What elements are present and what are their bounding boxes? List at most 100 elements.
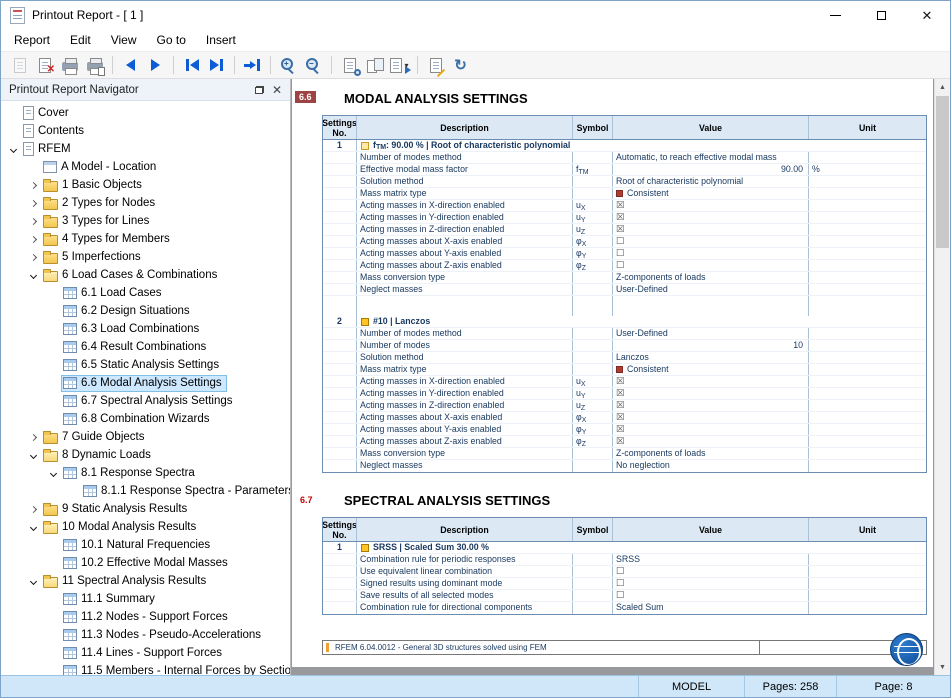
- tree-item-6-load-cases-combinations[interactable]: 6 Load Cases & Combinations: [1, 266, 290, 284]
- tree-item-8-dynamic-loads[interactable]: 8 Dynamic Loads: [1, 446, 290, 464]
- symbol-base: φ: [576, 248, 582, 258]
- tree-item-2-types-for-nodes[interactable]: 2 Types for Nodes: [1, 194, 290, 212]
- tree-item-6-3-load-combinations[interactable]: 6.3 Load Combinations: [1, 320, 290, 338]
- scroll-down-button[interactable]: ▼: [935, 659, 950, 675]
- tree-item-11-spectral-analysis-results[interactable]: 11 Spectral Analysis Results: [1, 572, 290, 590]
- tree-item-6-1-load-cases[interactable]: 6.1 Load Cases: [1, 284, 290, 302]
- tree-item-10-1-natural-frequencies[interactable]: 10.1 Natural Frequencies: [1, 536, 290, 554]
- tree-item-label: 11.3 Nodes - Pseudo-Accelerations: [81, 629, 261, 641]
- page-icon: [430, 58, 442, 73]
- tree-item-6-2-design-situations[interactable]: 6.2 Design Situations: [1, 302, 290, 320]
- chevron-down-icon[interactable]: [46, 466, 61, 481]
- float-panel-button[interactable]: [250, 81, 268, 99]
- chevron-right-icon[interactable]: [26, 214, 41, 229]
- new-page-button[interactable]: [7, 53, 32, 77]
- tree-item-6-4-result-combinations[interactable]: 6.4 Result Combinations: [1, 338, 290, 356]
- tree-item-1-basic-objects[interactable]: 1 Basic Objects: [1, 176, 290, 194]
- menu-view[interactable]: View: [101, 30, 147, 50]
- tree-item-10-2-effective-modal-masses[interactable]: 10.2 Effective Modal Masses: [1, 554, 290, 572]
- tree-item-5-imperfections[interactable]: 5 Imperfections: [1, 248, 290, 266]
- settings-row: Acting masses about X-axis enabledφX☐: [323, 236, 926, 248]
- print-button[interactable]: [57, 53, 82, 77]
- chevron-right-icon[interactable]: [26, 502, 41, 517]
- close-button[interactable]: ✕: [904, 1, 950, 29]
- zoom-in-button[interactable]: +: [276, 53, 301, 77]
- chevron-right-icon[interactable]: [26, 430, 41, 445]
- print-options-button[interactable]: [82, 53, 107, 77]
- refresh-button[interactable]: ↻: [448, 53, 473, 77]
- setting-description: Number of modes method: [357, 152, 573, 163]
- tree-item-4-types-for-members[interactable]: 4 Types for Members: [1, 230, 290, 248]
- maximize-button[interactable]: [858, 1, 904, 29]
- status-pages-total: Pages: 258: [744, 676, 836, 697]
- first-page-button[interactable]: [179, 53, 204, 77]
- zoom-out-button[interactable]: −: [301, 53, 326, 77]
- cell-settings-no: [323, 388, 357, 399]
- delete-pages-button[interactable]: ✕: [32, 53, 57, 77]
- tree-item-11-1-summary[interactable]: 11.1 Summary: [1, 590, 290, 608]
- chevron-right-icon[interactable]: [26, 178, 41, 193]
- setting-symbol: [573, 152, 613, 163]
- tree-item-body: 8.1 Response Spectra: [61, 465, 200, 482]
- scroll-up-button[interactable]: ▲: [935, 79, 950, 95]
- tree-item-a-model-location[interactable]: A Model - Location: [1, 158, 290, 176]
- tree-item-11-2-nodes-support-forces[interactable]: 11.2 Nodes - Support Forces: [1, 608, 290, 626]
- tree-item-8-1-1-response-spectra-parameters[interactable]: 8.1.1 Response Spectra - Parameters: [1, 482, 290, 500]
- tree-item-contents[interactable]: Contents: [1, 122, 290, 140]
- tree-item-11-3-nodes-pseudo-accelerations[interactable]: 11.3 Nodes - Pseudo-Accelerations: [1, 626, 290, 644]
- menu-insert[interactable]: Insert: [196, 30, 246, 50]
- chevron-right-icon[interactable]: [26, 250, 41, 265]
- zoom-page-button[interactable]: [337, 53, 362, 77]
- minimize-button[interactable]: [812, 1, 858, 29]
- setting-unit: [809, 424, 926, 435]
- chevron-down-icon[interactable]: [26, 268, 41, 283]
- setting-value: User-Defined: [613, 284, 809, 295]
- setting-symbol: φZ: [573, 436, 613, 447]
- tree-item-3-types-for-lines[interactable]: 3 Types for Lines: [1, 212, 290, 230]
- tree-item-6-6-modal-analysis-settings[interactable]: 6.6 Modal Analysis Settings: [1, 374, 290, 392]
- chevron-down-icon[interactable]: [26, 520, 41, 535]
- tree-item-7-guide-objects[interactable]: 7 Guide Objects: [1, 428, 290, 446]
- tree-item-6-7-spectral-analysis-settings[interactable]: 6.7 Spectral Analysis Settings: [1, 392, 290, 410]
- expander-spacer: [46, 556, 61, 571]
- chevron-down-icon[interactable]: [26, 448, 41, 463]
- tree-item-11-4-lines-support-forces[interactable]: 11.4 Lines - Support Forces: [1, 644, 290, 662]
- setting-value: ☐: [613, 590, 809, 601]
- tree-item-11-5-members-internal-forces-by-section[interactable]: 11.5 Members - Internal Forces by Sectio…: [1, 662, 290, 675]
- tree-item-8-1-response-spectra[interactable]: 8.1 Response Spectra: [1, 464, 290, 482]
- tree-item-label: 6.6 Modal Analysis Settings: [81, 377, 222, 389]
- chevron-right-icon[interactable]: [26, 196, 41, 211]
- edit-printout-button[interactable]: [423, 53, 448, 77]
- tree-item-6-5-static-analysis-settings[interactable]: 6.5 Static Analysis Settings: [1, 356, 290, 374]
- tree-item-label: 6.1 Load Cases: [81, 287, 162, 299]
- back-button[interactable]: [118, 53, 143, 77]
- column-header-settings-no: SettingsNo.: [323, 518, 357, 541]
- chevron-down-icon[interactable]: [6, 142, 21, 157]
- export-button[interactable]: ▾: [387, 53, 412, 77]
- symbol-subscript: Y: [581, 393, 586, 399]
- symbol-subscript: Z: [582, 265, 586, 271]
- last-page-button[interactable]: [204, 53, 229, 77]
- cell-settings-no: [323, 578, 357, 589]
- menu-edit[interactable]: Edit: [60, 30, 101, 50]
- goto-page-button[interactable]: [240, 53, 265, 77]
- tree-item-body: 4 Types for Members: [41, 231, 175, 248]
- tree-item-cover[interactable]: Cover: [1, 104, 290, 122]
- tree-item-6-8-combination-wizards[interactable]: 6.8 Combination Wizards: [1, 410, 290, 428]
- tree-item-rfem[interactable]: RFEM: [1, 140, 290, 158]
- tree-item-10-modal-analysis-results[interactable]: 10 Modal Analysis Results: [1, 518, 290, 536]
- chevron-down-icon[interactable]: [26, 574, 41, 589]
- page-view-button[interactable]: [362, 53, 387, 77]
- forward-button[interactable]: [143, 53, 168, 77]
- tree-item-body: 1 Basic Objects: [41, 177, 147, 194]
- setting-description: Acting masses in X-direction enabled: [357, 200, 573, 211]
- close-panel-button[interactable]: ✕: [268, 81, 286, 99]
- vertical-scrollbar[interactable]: ▲ ▼: [934, 79, 950, 675]
- scrollbar-thumb[interactable]: [936, 96, 949, 248]
- chevron-right-icon[interactable]: [26, 232, 41, 247]
- checkbox-checked-icon: ☒: [616, 376, 625, 387]
- dlubal-logo-icon[interactable]: [890, 633, 923, 666]
- menu-go-to[interactable]: Go to: [147, 30, 196, 50]
- tree-item-9-static-analysis-results[interactable]: 9 Static Analysis Results: [1, 500, 290, 518]
- menu-report[interactable]: Report: [4, 30, 60, 50]
